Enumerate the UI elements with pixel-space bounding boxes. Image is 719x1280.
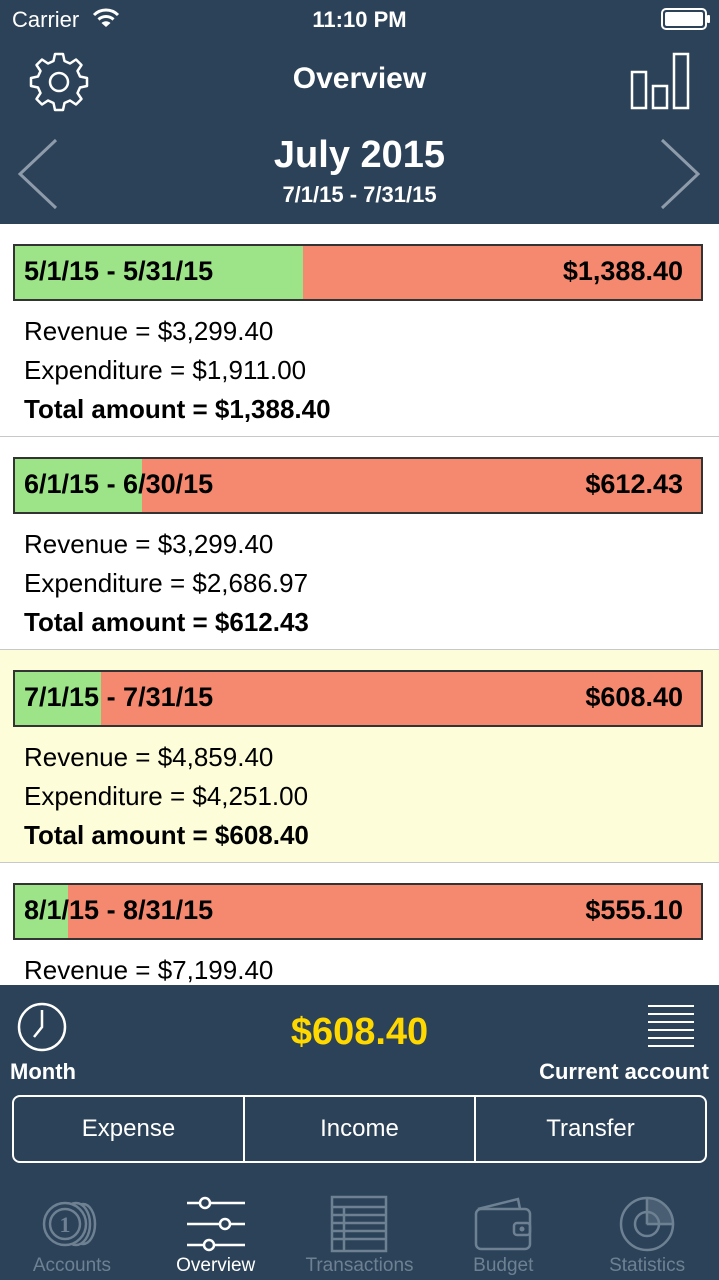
wallet-icon [475, 1197, 532, 1251]
tab-label: Statistics [609, 1255, 686, 1276]
account-list-icon[interactable] [646, 1003, 696, 1049]
period-range: 6/1/15 - 6/30/15 [24, 469, 214, 499]
header: Carrier 11:10 PM Overview July 2015 7/1/… [0, 0, 719, 224]
action-button-group: Expense Income Transfer [12, 1095, 707, 1163]
page-title: Overview [292, 62, 427, 95]
battery-icon [661, 8, 710, 30]
month-range: 7/1/15 - 7/31/15 [282, 182, 437, 207]
tab-label: Budget [473, 1255, 534, 1276]
next-month-arrow[interactable] [656, 136, 704, 212]
tab-accounts[interactable]: 1 Accounts [0, 1181, 144, 1280]
period-bar: 7/1/15 - 7/31/15 $608.40 [13, 670, 703, 727]
period-card[interactable]: 6/1/15 - 6/30/15 $612.43 Revenue = $3,29… [0, 437, 719, 650]
period-amount: $1,388.40 [562, 256, 683, 286]
period-range: 8/1/15 - 8/31/15 [24, 895, 214, 925]
pie-chart-icon [619, 1196, 675, 1252]
period-amount: $612.43 [585, 469, 683, 499]
period-card[interactable]: 5/1/15 - 5/31/15 $1,388.40 Revenue = $3,… [0, 224, 719, 437]
period-revenue: Revenue = $7,199.40 [24, 955, 274, 985]
period-list: 5/1/15 - 5/31/15 $1,388.40 Revenue = $3,… [0, 224, 719, 985]
tab-statistics[interactable]: Statistics [575, 1181, 719, 1280]
period-expenditure: Expenditure = $1,911.00 [24, 355, 307, 385]
period-bar: 8/1/15 - 8/31/15 $555.10 [13, 883, 703, 940]
income-button[interactable]: Income [243, 1097, 474, 1161]
period-amount: $608.40 [585, 682, 683, 712]
period-total: Total amount = $612.43 [24, 607, 309, 637]
period-total: Total amount = $608.40 [24, 820, 309, 850]
period-range: 7/1/15 - 7/31/15 [24, 682, 214, 712]
tab-label: Transactions [305, 1255, 414, 1276]
period-bar: 5/1/15 - 5/31/15 $1,388.40 [13, 244, 703, 301]
period-card[interactable]: 8/1/15 - 8/31/15 $555.10 Revenue = $7,19… [0, 863, 719, 985]
period-expenditure: Expenditure = $4,251.00 [24, 781, 309, 811]
period-type-label[interactable]: Month [10, 1059, 76, 1085]
period-card[interactable]: 7/1/15 - 7/31/15 $608.40 Revenue = $4,85… [0, 650, 719, 863]
month-title: July 2015 [273, 134, 446, 176]
account-label[interactable]: Current account [539, 1059, 709, 1085]
expense-button[interactable]: Expense [14, 1097, 243, 1161]
period-range: 5/1/15 - 5/31/15 [24, 256, 214, 286]
bar-chart-icon[interactable] [628, 50, 692, 112]
period-amount: $555.10 [585, 895, 683, 925]
period-revenue: Revenue = $3,299.40 [24, 529, 274, 559]
period-revenue: Revenue = $4,859.40 [24, 742, 274, 772]
tab-label: Accounts [32, 1255, 111, 1276]
svg-text:1: 1 [59, 1212, 70, 1237]
balance-amount: $608.40 [290, 1011, 429, 1053]
tab-label: Overview [176, 1255, 256, 1276]
coins-icon: 1 [42, 1201, 97, 1247]
tab-budget[interactable]: Budget [431, 1181, 575, 1280]
status-time: 11:10 PM [312, 7, 407, 32]
bottom-panel: Month $608.40 Current account Expense In… [0, 985, 719, 1280]
period-total: Total amount = $1,388.40 [24, 394, 331, 424]
tab-overview[interactable]: Overview [144, 1181, 288, 1280]
tab-transactions[interactable]: Transactions [288, 1181, 432, 1280]
period-revenue: Revenue = $3,299.40 [24, 316, 274, 346]
status-bar: Carrier 11:10 PM [0, 0, 719, 40]
period-expenditure: Expenditure = $2,686.97 [24, 568, 309, 598]
period-bar: 6/1/15 - 6/30/15 $612.43 [13, 457, 703, 514]
transfer-button[interactable]: Transfer [474, 1097, 705, 1161]
sliders-icon [186, 1196, 245, 1252]
tab-bar: 1 Accounts Overview Transactions Budget … [0, 1181, 719, 1280]
ledger-icon [331, 1195, 388, 1253]
